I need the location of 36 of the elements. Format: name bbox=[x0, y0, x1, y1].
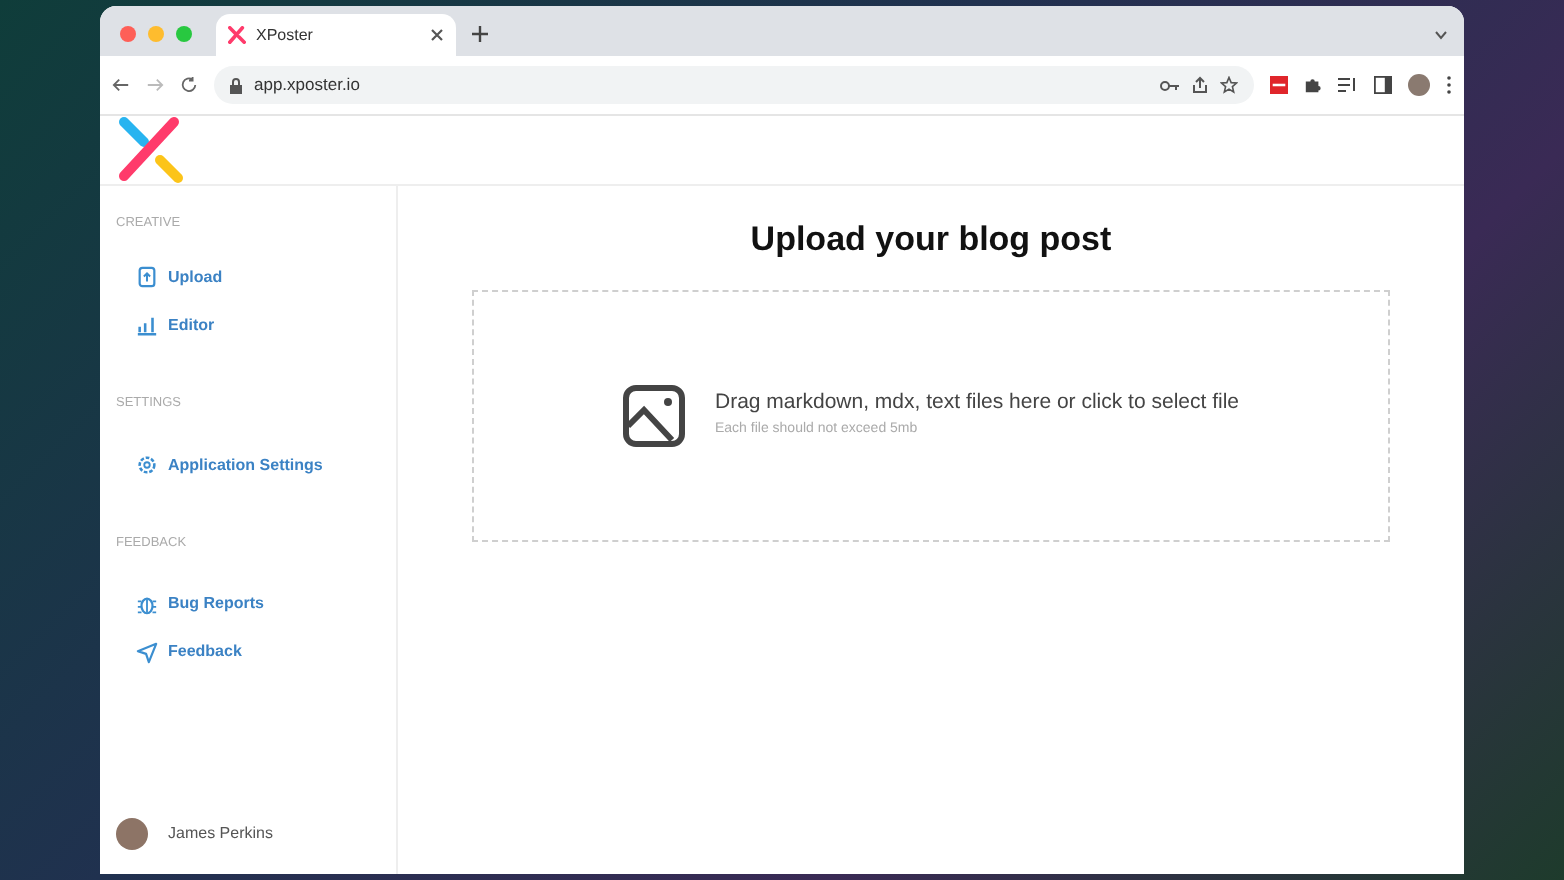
playlist-icon[interactable] bbox=[1338, 76, 1358, 94]
profile-avatar[interactable] bbox=[1408, 74, 1430, 96]
nav-link[interactable]: Bug Reports bbox=[100, 580, 396, 629]
key-icon[interactable] bbox=[1160, 79, 1180, 91]
more-icon[interactable] bbox=[1446, 76, 1452, 94]
nav-link[interactable]: Editor bbox=[100, 301, 396, 350]
send-icon bbox=[136, 641, 158, 664]
drop-zone-text: Drag markdown, mdx, text files here or click to select file bbox=[714, 388, 1239, 419]
avatar[interactable] bbox=[116, 818, 148, 850]
close-icon[interactable] bbox=[430, 28, 444, 42]
settings-icon bbox=[136, 454, 158, 476]
extension-icon[interactable] bbox=[1270, 76, 1288, 94]
sidebar-icon[interactable] bbox=[1374, 76, 1392, 94]
url-text: app.xposter.io bbox=[254, 72, 360, 98]
lock-icon bbox=[230, 77, 242, 93]
address-bar[interactable]: app.xposter.io bbox=[214, 66, 1254, 104]
image-icon bbox=[622, 383, 687, 447]
logo-icon bbox=[116, 116, 184, 184]
user-name: James Perkins bbox=[168, 822, 273, 846]
reload-icon[interactable] bbox=[180, 76, 198, 94]
share-icon[interactable] bbox=[1192, 76, 1208, 94]
star-icon[interactable] bbox=[1220, 76, 1238, 94]
nav-link[interactable]: Upload bbox=[100, 253, 396, 302]
bug-icon bbox=[136, 593, 158, 616]
chevron-down-icon[interactable] bbox=[1434, 30, 1448, 40]
tab-title: XPoster bbox=[256, 23, 315, 47]
puzzle-icon[interactable] bbox=[1304, 76, 1322, 94]
nav-link[interactable]: Feedback bbox=[100, 628, 396, 677]
page-title: Upload your blog post bbox=[750, 218, 1112, 262]
chart-icon bbox=[136, 314, 158, 337]
logo-icon bbox=[228, 26, 246, 44]
browser-tab[interactable]: XPoster bbox=[216, 14, 456, 56]
new-tab-icon[interactable] bbox=[472, 26, 488, 42]
back-icon[interactable] bbox=[112, 76, 130, 94]
nav-link[interactable]: Application Settings bbox=[100, 441, 396, 489]
file-upload-icon bbox=[136, 266, 158, 289]
